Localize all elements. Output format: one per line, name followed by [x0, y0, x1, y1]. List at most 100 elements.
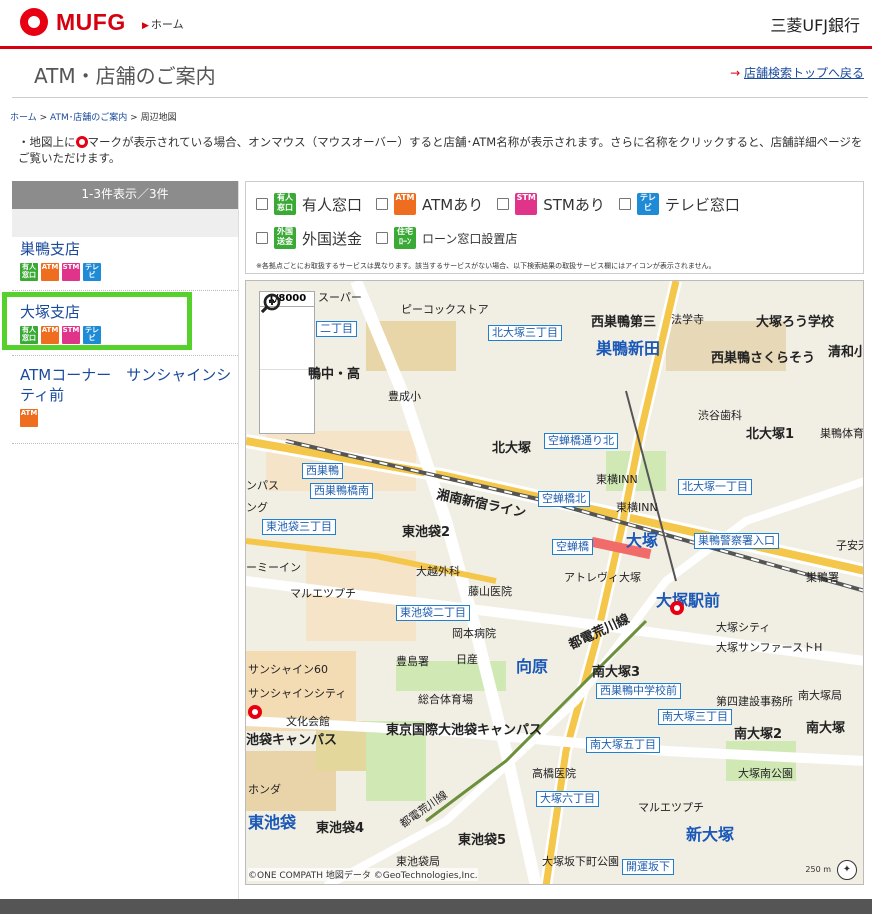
filter-label-loan: ローン窓口設置店 [422, 231, 518, 246]
tv-counter-icon: テレビ [83, 263, 101, 281]
arrow-right-icon: → [730, 66, 741, 80]
map-label: 巣鴨体育 [820, 427, 864, 440]
map-scale-bar: 250 m [805, 865, 831, 874]
map-label: 東池袋4 [316, 821, 365, 836]
map-label: 日産 [456, 653, 478, 666]
logo-text: MUFG [56, 8, 126, 35]
map-instructions: ・地図上に マークが表示されている場合、オンマウス（マウスオーバー）すると店舗･A… [18, 134, 868, 166]
bus-stop-label: 南大塚三丁目 [658, 709, 732, 725]
map-attribution: ©ONE COMPATH 地図データ ©GeoTechnologies,Inc. [248, 868, 478, 881]
map-label: ホンダ [248, 783, 281, 796]
filter-checkbox-stm[interactable] [497, 198, 510, 210]
breadcrumb-separator: > [130, 113, 138, 123]
stm-icon: STM [62, 263, 80, 281]
title-divider [12, 97, 868, 98]
map-label: 豊島署 [396, 655, 429, 668]
bus-stop-label: 北大塚一丁目 [678, 479, 752, 495]
atm-icon: ATM [20, 409, 38, 427]
map-label: 南大塚3 [592, 665, 641, 680]
map-label: 子安天 [836, 539, 863, 552]
map-label: 池袋キャンパス [246, 733, 338, 748]
map-station-label: 大塚駅前 [656, 591, 721, 610]
map-label: 北大塚 [492, 441, 532, 456]
atm-icon: ATM [394, 193, 417, 215]
mufg-logo[interactable]: MUFG [20, 8, 126, 36]
map-label: 第四建設事務所 [716, 695, 793, 708]
area-map[interactable]: 1/8000 スーパー ピーコックストア 西巣鴨第三 法学寺 大塚ろう学校 巣鴨… [245, 280, 864, 885]
map-label: マルエツプチ [638, 801, 704, 814]
branch-list-sidebar: 1-3件表示／3件 巣鴨支店 有人 窓口 ATM STM テレビ 大塚支店 有人窓… [12, 181, 239, 899]
breadcrumb-home[interactable]: ホーム [10, 113, 37, 123]
branch-link-sugamo[interactable]: 巣鴨支店 [20, 239, 232, 259]
zoom-in-button[interactable] [260, 293, 314, 370]
map-label: 高橋医院 [532, 767, 576, 780]
page-footer [0, 899, 872, 914]
search-top-link[interactable]: → 店舗検索トップへ戻る [730, 64, 864, 81]
list-item-sunshine-atm: ATMコーナー サンシャインシティ前 ATM [20, 365, 232, 427]
map-label: 大塚シティ [716, 621, 771, 634]
home-link[interactable]: ▶ ホーム [142, 16, 184, 32]
filter-checkbox-atm[interactable] [376, 198, 389, 210]
result-count: 1-3件表示／3件 [12, 181, 238, 209]
filter-label-tv: テレビ窓口 [664, 195, 740, 214]
map-label: サンシャインシティ [248, 687, 347, 700]
breadcrumb-current: 周辺地図 [140, 113, 177, 123]
bus-stop-label: 二丁目 [316, 321, 357, 337]
bus-stop-label: 空蝉橋 [552, 539, 593, 555]
divider [12, 290, 238, 291]
map-label: 鴨中・高 [308, 367, 361, 382]
bus-stop-label: 巣鴨警察署入口 [694, 533, 779, 549]
compass-icon: ✦ [837, 860, 857, 880]
manned-counter-icon: 有人 窓口 [20, 263, 38, 281]
map-label: 南大塚局 [798, 689, 842, 702]
map-label: 西巣鴨さくらそう [711, 351, 816, 366]
arrow-right-icon: ▶ [142, 21, 149, 31]
page-title: ATM・店舗のご案内 [34, 64, 216, 88]
selected-branch-highlight [2, 292, 192, 350]
map-label: 大塚ろう学校 [756, 315, 835, 330]
zoom-out-icon [260, 293, 281, 314]
search-top-link-label[interactable]: 店舗検索トップへ戻る [744, 66, 864, 80]
mufg-branch-pin[interactable] [248, 705, 262, 719]
map-label: 豊成小 [388, 390, 421, 403]
map-station-label: 東池袋 [248, 813, 297, 832]
manned-counter-icon: 有人 窓口 [274, 193, 296, 215]
bus-stop-label: 東池袋二丁目 [396, 605, 470, 621]
atm-icon: ATM [41, 263, 59, 281]
branch-link-sunshine-atm[interactable]: ATMコーナー サンシャインシティ前 [20, 365, 232, 405]
map-label: アトレヴィ大塚 [564, 571, 641, 584]
map-label: 東池袋2 [402, 525, 451, 540]
bank-name: 三菱UFJ銀行 [770, 16, 860, 35]
filter-footnote: ※各拠点ごとにお取扱するサービスは異なります。該当するサービスがない場合、以下検… [256, 262, 716, 270]
filter-label-forex: 外国送金 [302, 229, 363, 248]
mufg-branch-pin[interactable] [670, 601, 684, 615]
mufg-mark-icon [75, 136, 88, 148]
map-label: 渋谷歯科 [698, 409, 742, 422]
map-label: ンパス [246, 479, 279, 492]
filter-row-2: 外国 送金 外国送金 住宅 ﾛｰﾝ ローン窓口設置店 [256, 227, 525, 249]
map-label: 大塚坂下町公園 [542, 855, 619, 868]
bus-stop-label: 開運坂下 [622, 859, 674, 875]
breadcrumb-atm[interactable]: ATM･店舗のご案内 [50, 113, 127, 123]
filter-checkbox-loan[interactable] [376, 232, 389, 244]
breadcrumb: ホーム > ATM･店舗のご案内 > 周辺地図 [10, 110, 177, 123]
map-label: ピーコックストア [401, 303, 489, 316]
map-label: 総合体育場 [418, 693, 473, 706]
map-label: 文化会館 [286, 715, 330, 728]
sidebar-spacer [12, 209, 238, 237]
divider [12, 355, 238, 356]
map-label: ング [246, 501, 268, 514]
filter-checkbox-manned[interactable] [256, 198, 268, 210]
service-filter-panel: 有人 窓口 有人窓口 ATM ATMあり STM STMあり テレビ テレビ窓口 … [245, 181, 864, 274]
zoom-out-button[interactable] [260, 293, 314, 432]
housing-loan-icon: 住宅 ﾛｰﾝ [394, 227, 417, 249]
map-label: 大越外科 [416, 565, 460, 578]
filter-checkbox-forex[interactable] [256, 232, 268, 244]
filter-label-stm: STMあり [543, 195, 605, 214]
map-label: 清和小 [828, 345, 864, 360]
map-label: 南大塚2 [734, 727, 783, 742]
map-label: サンシャイン60 [248, 663, 328, 676]
map-label: マルエツプチ [290, 587, 356, 600]
filter-checkbox-tv[interactable] [618, 198, 631, 210]
map-label: 大塚南公園 [738, 767, 793, 780]
